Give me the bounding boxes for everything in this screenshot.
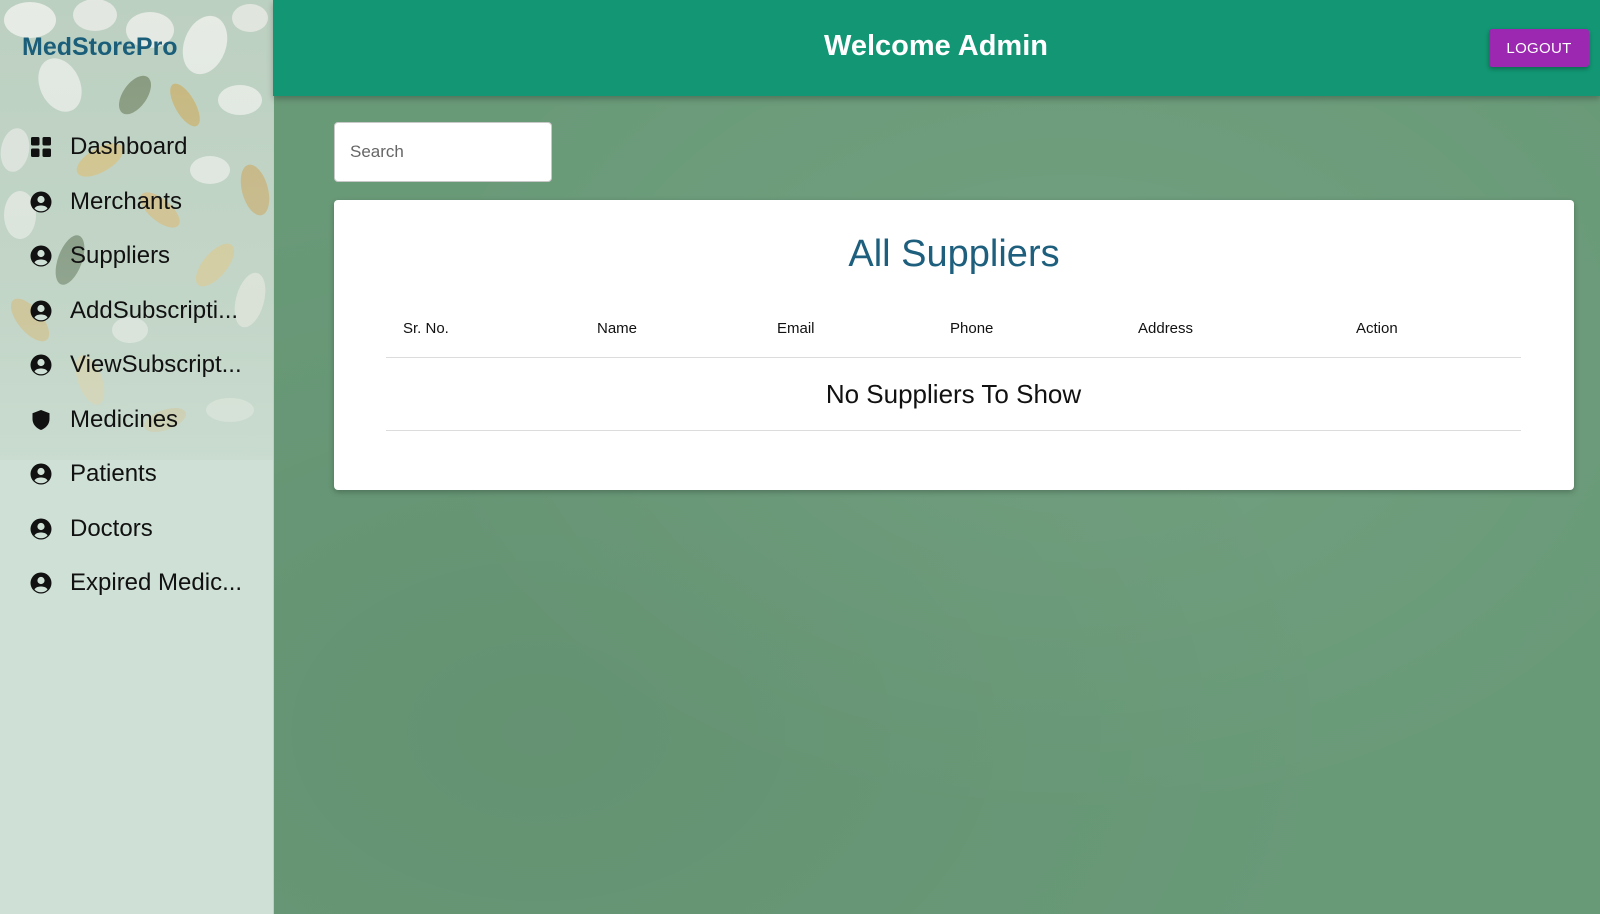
empty-state-row: No Suppliers To Show [386,357,1521,431]
empty-state-message: No Suppliers To Show [386,357,1521,431]
sidebar-item-add-subscription[interactable]: AddSubscripti... [0,284,273,339]
sidebar-nav: Dashboard Merchants Suppliers AddSubscri… [0,120,273,611]
suppliers-table: Sr. No. Name Email Phone Address Action … [386,300,1521,431]
user-circle-icon [29,244,53,268]
sidebar-item-label: Doctors [70,514,153,542]
sidebar-item-label: Patients [70,460,157,488]
column-header-name: Name [580,300,760,358]
sidebar-item-label: Merchants [70,187,183,215]
shield-icon [29,408,53,432]
user-circle-icon [29,190,53,214]
column-header-sr-no: Sr. No. [386,300,580,358]
table-header-row: Sr. No. Name Email Phone Address Action [386,300,1521,358]
logout-button[interactable]: LOGOUT [1489,29,1589,67]
user-circle-icon [29,517,53,541]
sidebar-item-expired-medicines[interactable]: Expired Medic... [0,556,273,611]
sidebar-item-label: Suppliers [70,242,171,270]
user-circle-icon [29,571,53,595]
page-title: Welcome Admin [824,30,1048,62]
sidebar-item-medicines[interactable]: Medicines [0,393,273,448]
sidebar-item-label: Expired Medic... [70,569,243,597]
user-circle-icon [29,462,53,486]
sidebar-item-view-subscription[interactable]: ViewSubscript... [0,338,273,393]
search-input[interactable] [334,122,552,182]
suppliers-card: All Suppliers Sr. No. Name Email Phone A… [334,200,1574,490]
sidebar-item-label: Dashboard [70,133,188,161]
sidebar-item-merchants[interactable]: Merchants [0,175,273,230]
sidebar: MedStorePro Dashboard Merchants Supplier… [0,0,274,914]
column-header-email: Email [760,300,933,358]
column-header-action: Action [1339,300,1521,358]
dashboard-grid-icon [29,135,53,159]
sidebar-item-suppliers[interactable]: Suppliers [0,229,273,284]
sidebar-item-label: Medicines [70,405,179,433]
sidebar-item-patients[interactable]: Patients [0,447,273,502]
top-header: Welcome Admin LOGOUT [273,0,1600,96]
sidebar-item-label: ViewSubscript... [70,351,242,379]
card-title: All Suppliers [848,233,1060,275]
column-header-address: Address [1121,300,1339,358]
sidebar-item-dashboard[interactable]: Dashboard [0,120,273,175]
user-circle-icon [29,353,53,377]
sidebar-item-label: AddSubscripti... [70,296,239,324]
sidebar-item-doctors[interactable]: Doctors [0,502,273,557]
user-circle-icon [29,299,53,323]
brand-logo-text[interactable]: MedStorePro [22,33,178,62]
column-header-phone: Phone [933,300,1121,358]
